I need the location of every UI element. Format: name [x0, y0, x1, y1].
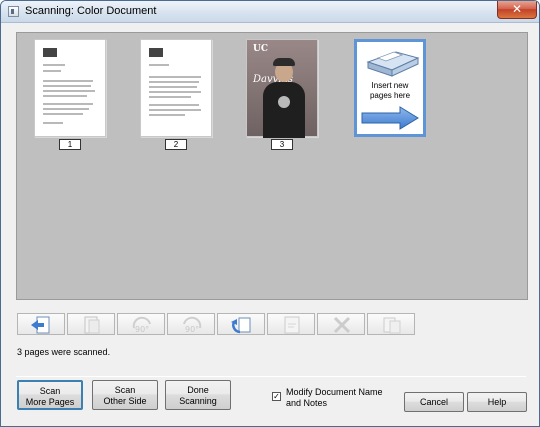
- window-title: Scanning: Color Document: [25, 5, 157, 17]
- delete-x-icon: [333, 316, 351, 334]
- insert-new-pages-text: Insert new pages here: [369, 81, 411, 100]
- page-icon: [284, 316, 300, 334]
- insert-new-pages-tile[interactable]: Insert new pages here: [354, 39, 426, 137]
- move-page-right-button[interactable]: [67, 313, 115, 335]
- modify-document-checkbox[interactable]: ✓: [272, 392, 281, 401]
- svg-text:90°: 90°: [185, 325, 199, 334]
- title-bar[interactable]: Scanning: Color Document ✕: [1, 1, 539, 23]
- modify-document-label[interactable]: Modify Document Name and Notes: [286, 387, 383, 409]
- scan-more-pages-button[interactable]: Scan More Pages: [17, 380, 83, 410]
- rotate-90-icon: 90°: [183, 316, 202, 334]
- status-message: 3 pages were scanned.: [17, 347, 111, 357]
- cover-logo: UC: [253, 44, 269, 54]
- move-page-left-button[interactable]: [17, 313, 65, 335]
- rotate-90-icon: 90°: [132, 316, 151, 334]
- scanner-icon: [366, 51, 420, 77]
- app-icon: [8, 6, 19, 17]
- rescan-page-button[interactable]: [267, 313, 315, 335]
- page-thumbnail-1[interactable]: [34, 39, 106, 137]
- svg-text:90°: 90°: [135, 325, 149, 334]
- scan-other-side-button[interactable]: Scan Other Side: [92, 380, 158, 410]
- letterhead-logo: [149, 48, 163, 57]
- move-page-icon: [31, 316, 50, 334]
- person-cap: [273, 58, 295, 66]
- delete-page-button[interactable]: [317, 313, 365, 335]
- rotate-right-90-button[interactable]: 90°: [167, 313, 215, 335]
- letterhead-logo: [43, 48, 57, 57]
- page-number-label-1: 1: [59, 139, 81, 150]
- scanning-dialog: Scanning: Color Document ✕ 1 2 UC Davvin…: [0, 0, 540, 427]
- page-number-label-3: 3: [271, 139, 293, 150]
- page-number-label-2: 2: [165, 139, 187, 150]
- close-button[interactable]: ✕: [497, 1, 537, 19]
- page-icon: [84, 316, 100, 334]
- done-scanning-button[interactable]: Done Scanning: [165, 380, 231, 410]
- rotate-icon: [231, 317, 251, 334]
- scanned-pages-area: 1 2 UC Davvins 3 Insert new pages here: [16, 32, 528, 300]
- person-shirt: [263, 82, 305, 138]
- page-icon: [383, 317, 401, 334]
- page-properties-button[interactable]: [367, 313, 415, 335]
- right-arrow-icon: [361, 106, 419, 130]
- rotate-180-button[interactable]: [217, 313, 265, 335]
- cancel-button[interactable]: Cancel: [404, 392, 464, 412]
- page-thumbnail-3[interactable]: UC Davvins: [246, 39, 318, 138]
- rotate-left-90-button[interactable]: 90°: [117, 313, 165, 335]
- separator: [16, 376, 526, 377]
- page-thumbnail-2[interactable]: [140, 39, 212, 137]
- help-button[interactable]: Help: [467, 392, 527, 412]
